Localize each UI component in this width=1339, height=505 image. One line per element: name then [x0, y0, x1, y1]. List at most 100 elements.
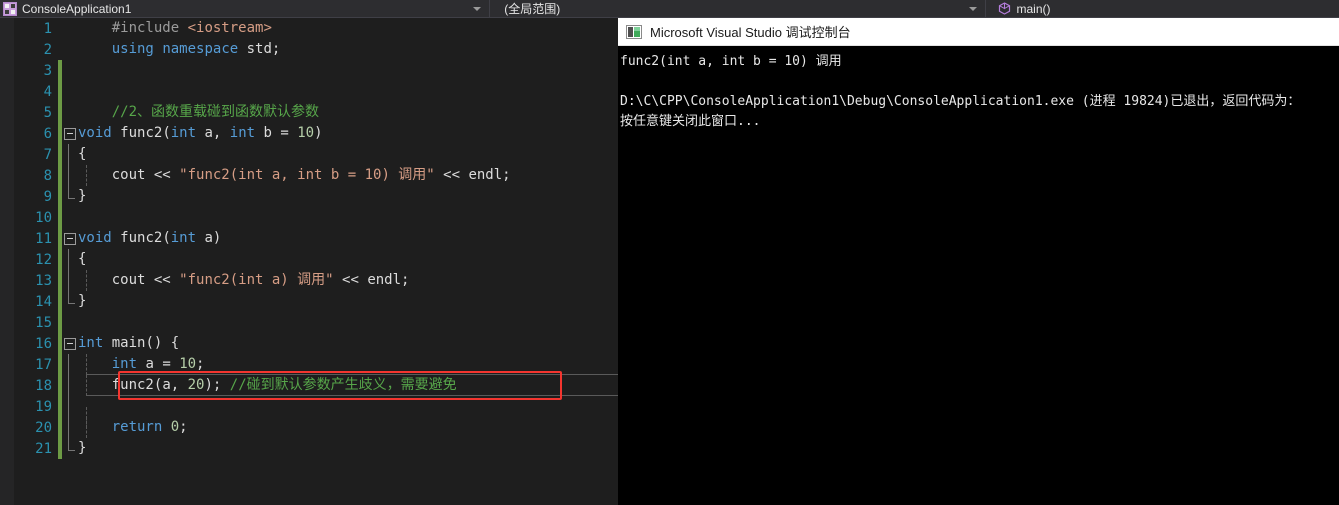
fold-collapse-icon[interactable]	[62, 333, 78, 354]
fold-collapse-icon[interactable]	[62, 228, 78, 249]
code-line[interactable]: 13 cout << "func2(int a) 调用" << endl;	[14, 270, 618, 291]
code-line[interactable]: 11 void func2(int a)	[14, 228, 618, 249]
line-number: 3	[43, 62, 52, 79]
console-output-line: D:\C\CPP\ConsoleApplication1\Debug\Conso…	[620, 94, 1301, 109]
scope-dropdown[interactable]: (全局范围)	[490, 0, 984, 18]
fold-guide	[62, 312, 78, 333]
fold-guide	[62, 60, 78, 81]
console-app-icon	[626, 24, 642, 39]
fold-guide	[62, 186, 78, 207]
code-line[interactable]: 14}	[14, 291, 618, 312]
line-number: 13	[35, 272, 52, 289]
fold-guide	[62, 396, 78, 417]
line-number: 16	[35, 335, 52, 352]
debug-console-window[interactable]: Microsoft Visual Studio 调试控制台 func2(int …	[618, 18, 1339, 505]
code-line[interactable]: 15	[14, 312, 618, 333]
code-line[interactable]: 9}	[14, 186, 618, 207]
code-text[interactable]: void func2(int a, int b = 10)	[78, 123, 618, 144]
console-output-line: 按任意键关闭此窗口...	[620, 114, 761, 129]
fold-guide	[62, 249, 78, 270]
line-number: 7	[43, 146, 52, 163]
line-number: 12	[35, 251, 52, 268]
code-line[interactable]: 7{	[14, 144, 618, 165]
console-title-label: Microsoft Visual Studio 调试控制台	[650, 25, 851, 40]
visual-studio-window: ConsoleApplication1 (全局范围) main() 1 #inc…	[0, 0, 1339, 505]
project-name-label: ConsoleApplication1	[22, 1, 132, 16]
fold-guide	[62, 354, 78, 375]
code-text[interactable]: //2、函数重载碰到函数默认参数	[78, 102, 618, 123]
code-text[interactable]: void func2(int a)	[78, 228, 618, 249]
member-name-label: main()	[1016, 1, 1051, 16]
editor-left-margin	[0, 18, 14, 505]
code-text[interactable]: int a = 10;	[78, 354, 618, 375]
chevron-down-icon[interactable]	[473, 6, 482, 11]
code-text-surface[interactable]: 1 #include <iostream> 2 using namespace s…	[14, 18, 618, 505]
code-line[interactable]: 20 return 0;	[14, 417, 618, 438]
line-number: 14	[35, 293, 52, 310]
line-number: 5	[43, 104, 52, 121]
code-line[interactable]: 17 int a = 10;	[14, 354, 618, 375]
code-text[interactable]: return 0;	[78, 417, 618, 438]
console-title-bar[interactable]: Microsoft Visual Studio 调试控制台	[618, 18, 1339, 46]
line-number: 6	[43, 125, 52, 142]
code-line[interactable]: 6 void func2(int a, int b = 10)	[14, 123, 618, 144]
member-dropdown[interactable]: main()	[986, 0, 1339, 18]
fold-guide	[62, 291, 78, 312]
code-line[interactable]: 18 func2(a, 20); //碰到默认参数产生歧义，需要避免	[14, 375, 618, 396]
line-number: 18	[35, 377, 52, 394]
code-editor-pane[interactable]: 1 #include <iostream> 2 using namespace s…	[0, 18, 618, 505]
line-number: 15	[35, 314, 52, 331]
fold-guide	[62, 417, 78, 438]
fold-guide	[62, 102, 78, 123]
code-text[interactable]: }	[78, 186, 618, 207]
line-number: 1	[43, 20, 52, 37]
code-text[interactable]: {	[78, 144, 618, 165]
indent-guide	[86, 270, 87, 291]
code-line[interactable]: 10	[14, 207, 618, 228]
line-number: 9	[43, 188, 52, 205]
fold-guide	[62, 438, 78, 459]
fold-guide	[62, 18, 78, 39]
code-text[interactable]: #include <iostream>	[78, 18, 618, 39]
code-line[interactable]: 16 int main() {	[14, 333, 618, 354]
code-line[interactable]: 2 using namespace std;	[14, 39, 618, 60]
line-number: 17	[35, 356, 52, 373]
fold-guide	[62, 39, 78, 60]
code-line[interactable]: 19	[14, 396, 618, 428]
scope-label: (全局范围)	[504, 1, 561, 16]
line-number: 8	[43, 167, 52, 184]
fold-collapse-icon[interactable]	[62, 123, 78, 144]
code-line[interactable]: 21}	[14, 438, 618, 459]
code-text[interactable]: func2(a, 20); //碰到默认参数产生歧义，需要避免	[78, 375, 618, 396]
navigation-bar: ConsoleApplication1 (全局范围) main()	[0, 0, 1339, 18]
code-text[interactable]: cout << "func2(int a, int b = 10) 调用" <<…	[78, 165, 618, 186]
code-text[interactable]: }	[78, 438, 618, 459]
line-number: 2	[43, 41, 52, 58]
code-line[interactable]: 12 {	[14, 249, 618, 270]
code-line[interactable]: 8 cout << "func2(int a, int b = 10) 调用" …	[14, 165, 618, 186]
fold-guide	[62, 144, 78, 165]
indent-guide	[86, 354, 87, 375]
chevron-down-icon[interactable]	[968, 6, 977, 11]
fold-guide	[62, 270, 78, 291]
project-dropdown[interactable]: ConsoleApplication1	[0, 0, 489, 18]
code-text[interactable]: using namespace std;	[78, 39, 618, 60]
fold-guide	[62, 81, 78, 102]
fold-guide	[62, 207, 78, 228]
line-number: 20	[35, 419, 52, 436]
code-text[interactable]: int main() {	[78, 333, 618, 354]
fold-guide	[62, 165, 78, 186]
code-text[interactable]: {	[78, 249, 618, 270]
project-file-icon	[3, 1, 17, 16]
code-line[interactable]: 5 //2、函数重载碰到函数默认参数	[14, 102, 618, 123]
code-line[interactable]: 3	[14, 60, 618, 81]
console-output: func2(int a, int b = 10) 调用 D:\C\CPP\Cons…	[618, 46, 1339, 132]
fold-guide	[62, 375, 78, 396]
code-text[interactable]: }	[78, 291, 618, 312]
code-line[interactable]: 1 #include <iostream>	[14, 18, 618, 39]
console-output-line: func2(int a, int b = 10) 调用	[620, 54, 842, 69]
line-number: 19	[35, 398, 52, 415]
code-text[interactable]: cout << "func2(int a) 调用" << endl;	[78, 270, 618, 291]
code-line[interactable]: 4	[14, 81, 618, 102]
